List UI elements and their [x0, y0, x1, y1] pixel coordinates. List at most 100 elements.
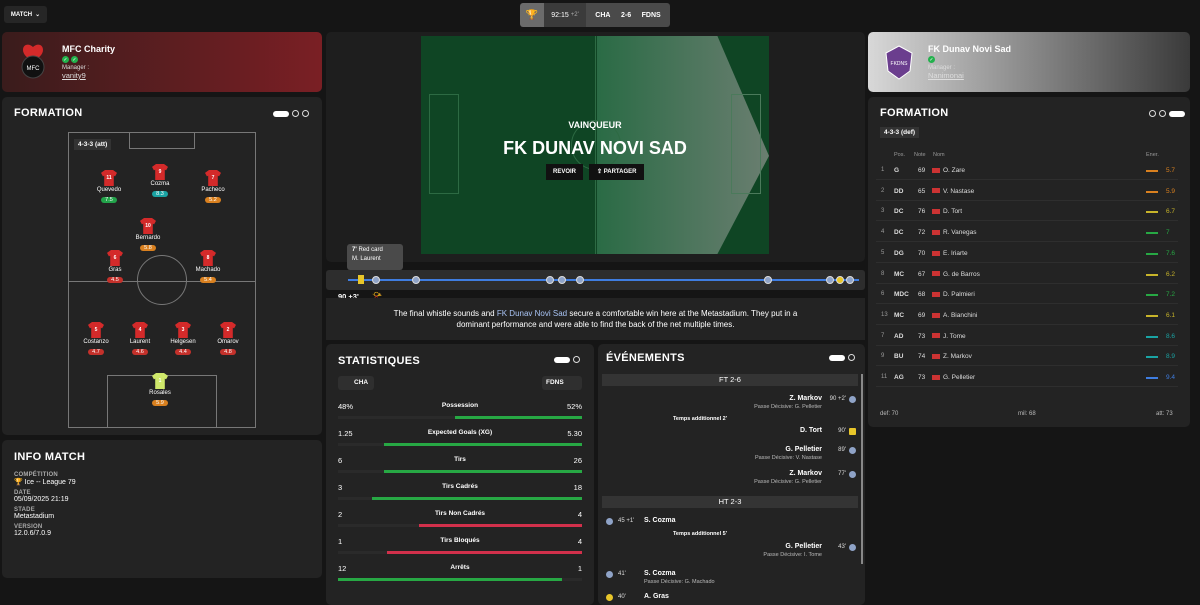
player-card[interactable]: 7 Pacheco 5.2 [193, 170, 233, 203]
events-scrollbar[interactable] [861, 374, 863, 564]
lineup-row[interactable]: 13 MC 69 A. Bianchini 6.1 [876, 305, 1178, 325]
lineup-row[interactable]: 6 MDC 68 D. Palmieri 7.2 [876, 284, 1178, 305]
view-toggle[interactable] [273, 110, 309, 117]
yellow-card-icon[interactable] [836, 276, 844, 284]
flag-icon [932, 167, 940, 173]
lineup-row[interactable]: 7 AD 73 J. Tome 8.6 [876, 326, 1178, 346]
match-summary: The final whistle sounds and FK Dunav No… [326, 298, 865, 340]
event-icon [606, 594, 613, 601]
flag-icon [932, 209, 940, 215]
row-note: 74 [918, 353, 926, 361]
event-time: 41' [618, 571, 626, 577]
row-index: 8 [881, 270, 885, 277]
lineup-row[interactable]: 5 DG 70 E. Iriarte 7.6 [876, 243, 1178, 263]
event-time: 45 +1' [618, 518, 635, 524]
away-crest-icon: FKDNS [885, 45, 913, 80]
player-card[interactable]: 2 Omarov 4.8 [208, 322, 248, 355]
row-energy: 7 [1166, 229, 1170, 237]
player-card[interactable]: 6 Gras 4.5 [95, 250, 135, 283]
match-time: 92:15 [551, 11, 569, 19]
goal-icon[interactable] [546, 276, 554, 284]
stat-bar-home [338, 443, 385, 446]
row-energy: 5.9 [1166, 187, 1176, 195]
goal-icon[interactable] [846, 276, 854, 284]
event-player: Z. Markov [789, 470, 822, 477]
player-rating: 5.8 [140, 245, 156, 251]
event-player: G. Pelletier [785, 543, 822, 550]
player-card[interactable]: 10 Bernardo 5.8 [128, 218, 168, 251]
stat-away-value: 52% [566, 402, 582, 411]
share-button[interactable]: ⇪ PARTAGER [589, 164, 645, 180]
def-avg: def: 70 [880, 411, 899, 417]
formation-title: FORMATION [14, 107, 83, 119]
stat-bar-away [386, 551, 582, 554]
events-toggle[interactable] [829, 354, 855, 361]
event-time: 89' [838, 447, 846, 453]
stats-toggle[interactable] [554, 356, 580, 363]
goal-icon[interactable] [372, 276, 380, 284]
stat-row: 2 Tirs Non Cadrés 4 [338, 510, 582, 530]
player-card[interactable]: 11 Quevedo 7.5 [89, 170, 129, 203]
shirt-icon: 6 [107, 250, 123, 266]
player-card[interactable]: 8 Machado 5.4 [188, 250, 228, 283]
player-rating: 5.2 [205, 197, 221, 203]
away-manager-link[interactable]: Nanimonai [928, 71, 1011, 80]
player-name: Bernardo [135, 235, 161, 241]
stat-row: 12 Arrêts 1 [338, 564, 582, 584]
lineup-row[interactable]: 4 DC 72 R. Vanegas 7 [876, 222, 1178, 243]
stat-label: Possession [441, 402, 479, 409]
view-toggle[interactable] [1149, 110, 1185, 117]
player-card[interactable]: 9 Cozma 8.3 [140, 164, 180, 197]
stat-bar-home [338, 497, 373, 500]
lineup-row[interactable]: 8 MC 67 G. de Barros 6.2 [876, 264, 1178, 284]
replay-button[interactable]: REVOIR [546, 164, 584, 180]
player-card[interactable]: 4 Laurent 4.6 [120, 322, 160, 355]
winner-name: FK DUNAV NOVI SAD [503, 138, 687, 158]
stat-bar-home [338, 578, 563, 581]
event-player: Z. Markov [789, 395, 822, 402]
event-item[interactable]: Temps additionnel 5' [602, 531, 858, 537]
event-assist: Passe Décisive: G. Pelletier [754, 404, 822, 410]
player-rating: 8.3 [152, 191, 168, 197]
player-card[interactable]: 3 Helgesen 4.4 [163, 322, 203, 355]
player-card[interactable]: 1 Rosales 5.9 [140, 373, 180, 406]
svg-text:FKDNS: FKDNS [891, 61, 909, 67]
player-name: Rosales [149, 390, 171, 396]
row-note: 73 [918, 374, 926, 381]
match-timeline[interactable] [326, 270, 865, 290]
energy-bar [1146, 170, 1158, 172]
goal-icon[interactable] [576, 276, 584, 284]
event-item[interactable]: Temps additionnel 2' [602, 416, 858, 422]
check-icon: ✓ [62, 56, 69, 63]
scoreboard: 🏆 92:15 +2' CHA 2-6 FDNS [520, 3, 670, 27]
row-position: MC [894, 311, 905, 319]
goal-icon[interactable] [412, 276, 420, 284]
info-title: INFO MATCH [14, 451, 86, 463]
date-value: 05/09/2025 21:19 [14, 496, 69, 503]
player-name: Cozma [150, 181, 170, 187]
player-card[interactable]: 5 Costanzo 4.7 [76, 322, 116, 355]
shirt-icon: 3 [175, 322, 191, 338]
away-team-card: FKDNS FK Dunav Novi Sad ✓ Manager : Nani… [868, 32, 1190, 92]
goal-icon[interactable] [764, 276, 772, 284]
event-assist: Passe Décisive: G. Pelletier [754, 479, 822, 485]
lineup-row[interactable]: 2 DD 65 V. Nastase 5.9 [876, 181, 1178, 201]
home-manager-link[interactable]: vanity9 [62, 71, 115, 80]
player-name: Laurent [129, 339, 151, 345]
match-menu-button[interactable]: MATCH ⌄ [4, 6, 47, 23]
row-position: MC [894, 270, 905, 278]
competition-value[interactable]: 🏆 Ice -- League 79 [14, 478, 76, 486]
lineup-row[interactable]: 9 BU 74 Z. Markov 8.9 [876, 346, 1178, 367]
player-name: Quevedo [96, 187, 122, 193]
goal-icon[interactable] [558, 276, 566, 284]
lineup-row[interactable]: 1 G 69 O. Zare 5.7 [876, 160, 1178, 180]
row-index: 9 [881, 353, 885, 360]
lineup-row[interactable]: 11 AG 73 G. Pelletier 9.4 [876, 367, 1178, 387]
row-note: 69 [918, 167, 926, 174]
player-rating: 5.9 [152, 400, 168, 406]
row-energy: 9.4 [1166, 374, 1176, 381]
goal-icon[interactable] [826, 276, 834, 284]
lineup-row[interactable]: 3 DC 76 D. Tort 6.7 [876, 201, 1178, 222]
row-energy: 7.6 [1166, 249, 1176, 257]
energy-bar [1146, 252, 1158, 255]
